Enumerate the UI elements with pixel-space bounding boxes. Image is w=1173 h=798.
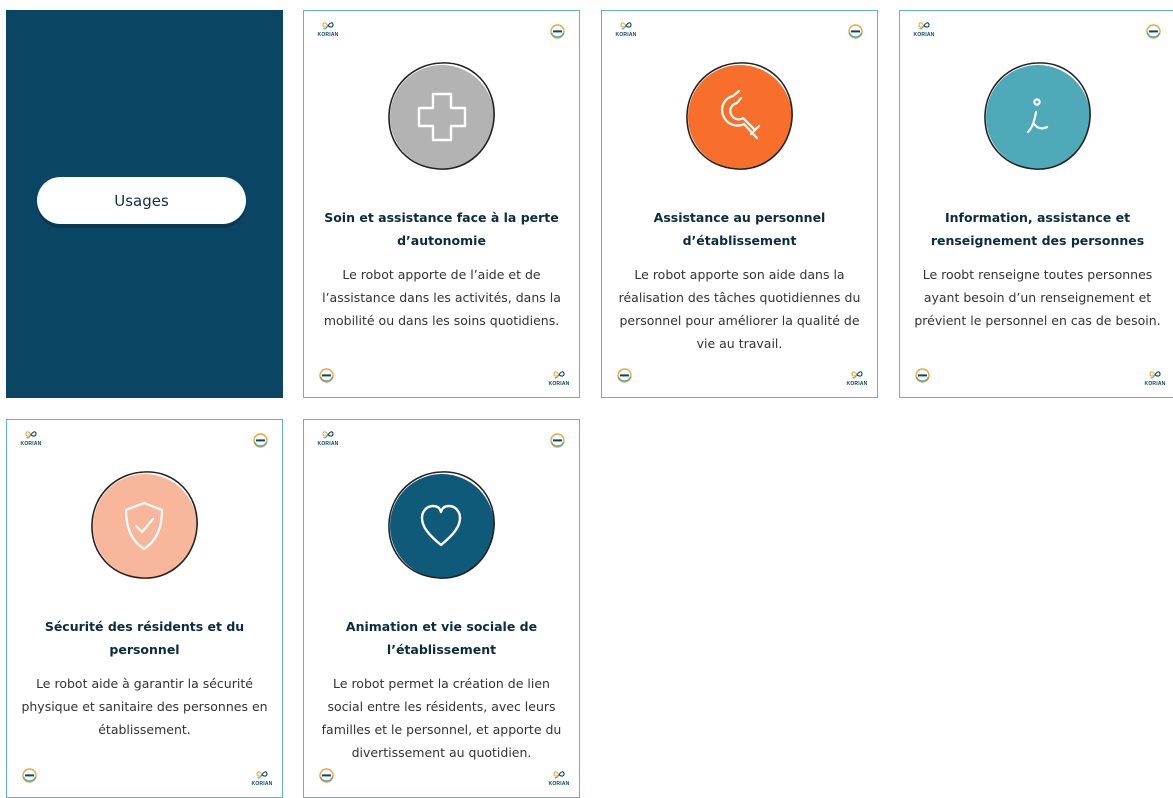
usage-card-information[interactable]: KORIAN Information, assistance et rensei… <box>899 10 1173 398</box>
butterfly-icon <box>256 771 268 779</box>
korian-logo-text: KORIAN <box>913 32 935 38</box>
usage-circle <box>383 58 500 175</box>
usages-grid: Usages KORIAN Soin et assistance face à … <box>0 0 1173 798</box>
usage-card-description: Le robot permet la création de lien soci… <box>321 676 562 760</box>
korian-logo-text: KORIAN <box>20 441 42 447</box>
korian-logo: KORIAN <box>546 371 572 389</box>
butterfly-icon <box>620 22 632 30</box>
korian-logo: KORIAN <box>1142 371 1168 389</box>
partner-logo-icon <box>617 368 632 383</box>
korian-logo-text: KORIAN <box>548 781 570 787</box>
usage-card-title: Assistance au personnel d’établissement <box>653 210 826 248</box>
butterfly-icon <box>553 771 565 779</box>
korian-logo: KORIAN <box>18 431 44 449</box>
korian-logo: KORIAN <box>249 771 275 789</box>
butterfly-icon <box>918 22 930 30</box>
usage-card-description: Le robot apporte de l’aide et de l’assis… <box>322 267 561 328</box>
usage-circle <box>979 58 1096 175</box>
usage-card-securite[interactable]: KORIAN Sécurité des résidents et du pers… <box>6 419 283 798</box>
korian-logo-text: KORIAN <box>615 32 637 38</box>
butterfly-icon <box>1149 371 1161 379</box>
partner-logo-icon <box>915 368 930 383</box>
butterfly-icon <box>322 431 334 439</box>
korian-logo-text: KORIAN <box>548 381 570 387</box>
korian-logo: KORIAN <box>844 371 870 389</box>
korian-logo-text: KORIAN <box>1144 381 1166 387</box>
usage-circle <box>681 58 798 175</box>
korian-logo-text: KORIAN <box>251 781 273 787</box>
usage-card-title: Soin et assistance face à la perte d’aut… <box>324 210 559 248</box>
usage-circle <box>86 467 203 584</box>
usage-card-animation[interactable]: KORIAN Animation et vie sociale de l’éta… <box>303 419 580 798</box>
usage-card-soin[interactable]: KORIAN Soin et assistance face à la pert… <box>303 10 580 398</box>
partner-logo-icon <box>253 433 268 448</box>
partner-logo-icon <box>22 768 37 783</box>
partner-logo-icon <box>848 24 863 39</box>
usages-tile: Usages <box>6 10 283 398</box>
korian-logo-text: KORIAN <box>317 441 339 447</box>
usage-card-description: Le robot apporte son aide dans la réalis… <box>618 267 861 351</box>
korian-logo: KORIAN <box>315 22 341 40</box>
butterfly-icon <box>25 431 37 439</box>
korian-logo: KORIAN <box>315 431 341 449</box>
butterfly-icon <box>553 371 565 379</box>
korian-logo-text: KORIAN <box>317 32 339 38</box>
korian-logo: KORIAN <box>546 771 572 789</box>
usage-card-title: Information, assistance et renseignement… <box>930 210 1145 248</box>
butterfly-icon <box>851 371 863 379</box>
korian-logo: KORIAN <box>613 22 639 40</box>
partner-logo-icon <box>550 24 565 39</box>
usages-button[interactable]: Usages <box>37 177 246 224</box>
korian-logo: KORIAN <box>911 22 937 40</box>
usage-card-assistance[interactable]: KORIAN Assistance au personnel d’établis… <box>601 10 878 398</box>
partner-logo-icon <box>319 768 334 783</box>
usage-card-title: Animation et vie sociale de l’établissem… <box>345 619 538 657</box>
usage-circle <box>383 467 500 584</box>
usage-card-title: Sécurité des résidents et du personnel <box>44 619 245 657</box>
partner-logo-icon <box>319 368 334 383</box>
usage-card-description: Le robot aide à garantir la sécurité phy… <box>21 676 268 737</box>
usage-card-description: Le roobt renseigne toutes personnes ayan… <box>914 267 1161 328</box>
partner-logo-icon <box>1146 24 1161 39</box>
partner-logo-icon <box>550 433 565 448</box>
korian-logo-text: KORIAN <box>846 381 868 387</box>
butterfly-icon <box>322 22 334 30</box>
